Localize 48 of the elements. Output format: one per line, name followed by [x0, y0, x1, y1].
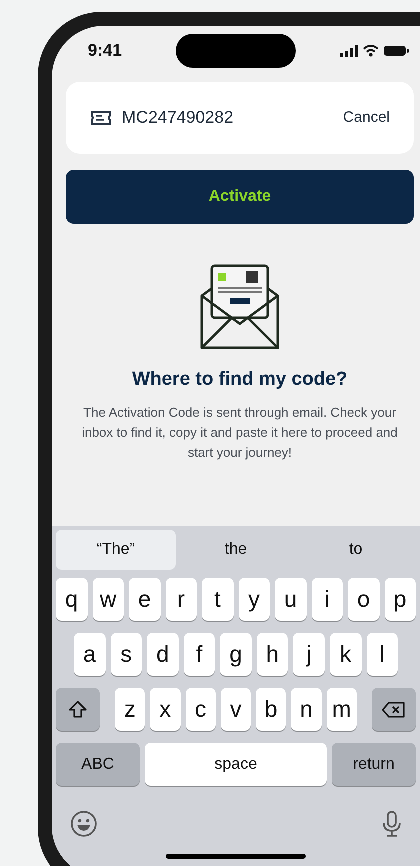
key[interactable]: b [256, 688, 286, 731]
microphone-icon[interactable] [382, 810, 402, 838]
key[interactable]: j [293, 633, 325, 676]
activation-code: MC247490282 [122, 107, 234, 130]
key[interactable]: w [92, 578, 124, 621]
ticket-icon [90, 110, 112, 126]
help-description: The Activation Code is sent through email. Check your inbox to find it, copy it and paste it here to proceed and start your journey! [81, 404, 399, 462]
key[interactable]: s [110, 633, 142, 676]
key[interactable]: l [366, 633, 398, 676]
backspace-key[interactable] [372, 688, 416, 731]
key[interactable]: x [150, 688, 181, 731]
key[interactable]: v [220, 688, 252, 731]
key[interactable]: m [326, 688, 357, 731]
emoji-icon[interactable] [70, 810, 98, 838]
activate-button[interactable]: Activate [66, 170, 414, 224]
key[interactable]: u [275, 578, 306, 621]
key[interactable]: q [56, 578, 88, 621]
key[interactable]: h [256, 633, 288, 676]
mode-key[interactable]: ABC [56, 743, 140, 786]
key[interactable]: k [330, 633, 362, 676]
key[interactable]: o [348, 578, 380, 621]
suggestion[interactable]: “The” [56, 530, 176, 570]
key[interactable]: c [186, 688, 216, 731]
key[interactable]: y [238, 578, 270, 621]
backspace-icon [382, 700, 406, 718]
key[interactable]: n [291, 688, 322, 731]
key[interactable]: p [384, 578, 416, 621]
shift-icon [68, 700, 88, 720]
key[interactable]: r [166, 578, 197, 621]
cancel-button[interactable]: Cancel [343, 106, 390, 130]
key[interactable]: a [74, 633, 106, 676]
suggestion[interactable]: to [296, 530, 416, 570]
shift-key[interactable] [56, 688, 100, 731]
key[interactable]: e [129, 578, 160, 621]
suggestion[interactable]: the [176, 530, 296, 570]
key[interactable]: z [115, 688, 146, 731]
key[interactable]: d [147, 633, 179, 676]
key[interactable]: t [202, 578, 234, 621]
key[interactable]: f [184, 633, 216, 676]
wifi-icon [363, 45, 379, 57]
battery-icon [384, 45, 410, 57]
space-key[interactable]: space [145, 743, 327, 786]
key[interactable]: g [220, 633, 252, 676]
key[interactable]: i [312, 578, 343, 621]
status-time: 9:41 [88, 40, 124, 62]
signal-icon [340, 45, 358, 57]
help-heading: Where to find my code? [132, 368, 348, 392]
return-key[interactable]: return [332, 743, 416, 786]
